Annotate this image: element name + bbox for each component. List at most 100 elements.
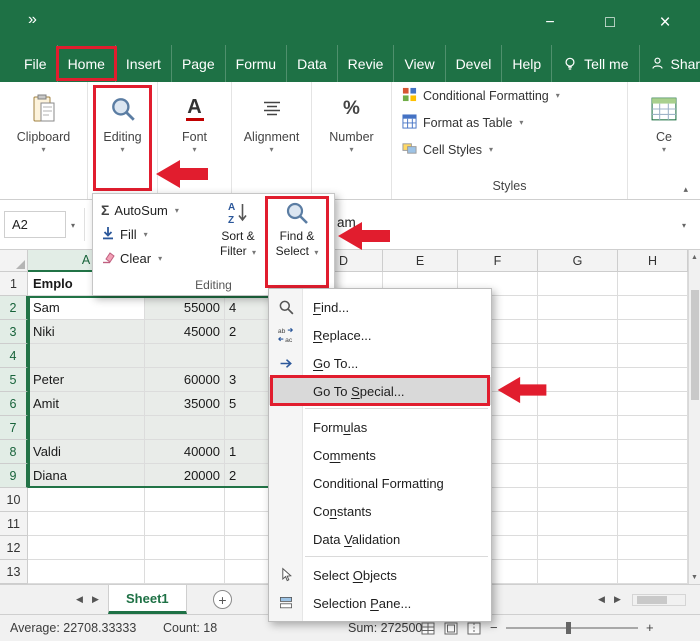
grid-cell-A12[interactable] [28, 536, 145, 560]
menu-item-formulas[interactable]: Formulas [269, 413, 491, 441]
grid-cell-B8[interactable]: 40000 [145, 440, 225, 464]
find-select-button[interactable]: Find & Select ▾ [269, 199, 325, 260]
grid-cell-H7[interactable] [618, 416, 688, 440]
grid-cell-H3[interactable] [618, 320, 688, 344]
normal-view-icon[interactable] [420, 621, 436, 636]
grid-cell-B12[interactable] [145, 536, 225, 560]
grid-cell-A9[interactable]: Diana [28, 464, 145, 488]
menu-item-data-validation[interactable]: Data Validation [269, 525, 491, 553]
hscroll-right-icon[interactable]: ▶ [614, 594, 621, 605]
row-header-8[interactable]: 8 [0, 440, 28, 464]
page-layout-view-icon[interactable] [443, 621, 459, 636]
tab-data[interactable]: Data [287, 45, 338, 82]
close-button[interactable]: × [642, 0, 688, 45]
select-all-corner[interactable] [0, 250, 28, 272]
editing-group-button[interactable]: Editing ▾ [88, 82, 158, 199]
grid-cell-G3[interactable] [538, 320, 618, 344]
grid-cell-A8[interactable]: Valdi [28, 440, 145, 464]
column-header-H[interactable]: H [618, 250, 688, 272]
grid-cell-A11[interactable] [28, 512, 145, 536]
row-header-1[interactable]: 1 [0, 272, 28, 296]
cells-group[interactable]: Ce ▾ [628, 82, 700, 199]
grid-cell-G7[interactable] [538, 416, 618, 440]
grid-cell-G2[interactable] [538, 296, 618, 320]
tab-insert[interactable]: Insert [116, 45, 172, 82]
grid-cell-G9[interactable] [538, 464, 618, 488]
row-header-10[interactable]: 10 [0, 488, 28, 512]
tab-page-layout[interactable]: Page [172, 45, 226, 82]
grid-cell-B13[interactable] [145, 560, 225, 584]
grid-cell-G1[interactable] [538, 272, 618, 296]
grid-cell-G4[interactable] [538, 344, 618, 368]
autosum-button[interactable]: Σ AutoSum ▾ [101, 200, 179, 220]
conditional-formatting-button[interactable]: Conditional Formatting ▾ [402, 83, 560, 109]
row-header-2[interactable]: 2 [0, 296, 28, 320]
scroll-up-icon[interactable]: ▲ [689, 250, 700, 264]
scrollbar-thumb[interactable] [691, 290, 699, 400]
grid-cell-G12[interactable] [538, 536, 618, 560]
font-group[interactable]: A Font ▾ [158, 82, 232, 199]
menu-item-replace[interactable]: abac Replace... [269, 321, 491, 349]
grid-cell-B7[interactable] [145, 416, 225, 440]
grid-cell-H1[interactable] [618, 272, 688, 296]
row-header-12[interactable]: 12 [0, 536, 28, 560]
tab-formulas[interactable]: Formu [226, 45, 287, 82]
clear-button[interactable]: Clear ▾ [101, 248, 162, 268]
grid-cell-B2[interactable]: 55000 [145, 296, 225, 320]
scrollbar-thumb[interactable] [637, 596, 667, 604]
zoom-slider[interactable] [506, 627, 638, 629]
grid-cell-H13[interactable] [618, 560, 688, 584]
grid-cell-A6[interactable]: Amit [28, 392, 145, 416]
grid-cell-B6[interactable]: 35000 [145, 392, 225, 416]
row-header-6[interactable]: 6 [0, 392, 28, 416]
zoom-out-button[interactable]: − [490, 620, 498, 635]
grid-cell-H2[interactable] [618, 296, 688, 320]
menu-item-conditional-formatting[interactable]: Conditional Formatting [269, 469, 491, 497]
menu-item-select-objects[interactable]: Select Objects [269, 561, 491, 589]
grid-cell-G10[interactable] [538, 488, 618, 512]
alignment-group[interactable]: Alignment ▾ [232, 82, 312, 199]
name-box[interactable]: A2 [4, 211, 66, 238]
grid-cell-H10[interactable] [618, 488, 688, 512]
format-as-table-button[interactable]: Format as Table ▾ [402, 110, 523, 136]
grid-cell-H6[interactable] [618, 392, 688, 416]
menu-item-find[interactable]: Find... [269, 293, 491, 321]
menu-item-comments[interactable]: Comments [269, 441, 491, 469]
grid-cell-G6[interactable] [538, 392, 618, 416]
sort-filter-button[interactable]: AZ Sort & Filter ▾ [209, 199, 267, 260]
grid-cell-H5[interactable] [618, 368, 688, 392]
chevron-down-icon[interactable]: ▾ [71, 221, 75, 230]
grid-cell-G5[interactable] [538, 368, 618, 392]
chevron-down-icon[interactable]: ▾ [682, 221, 686, 230]
hscroll-left-icon[interactable]: ◀ [598, 594, 605, 605]
tell-me-button[interactable]: Tell me [552, 45, 639, 82]
column-header-F[interactable]: F [458, 250, 538, 272]
sheet-prev-icon[interactable]: ◀ [76, 594, 83, 605]
grid-cell-H11[interactable] [618, 512, 688, 536]
menu-item-selection-pane[interactable]: Selection Pane... [269, 589, 491, 617]
tab-view[interactable]: View [394, 45, 445, 82]
tab-help[interactable]: Help [502, 45, 552, 82]
grid-cell-A10[interactable] [28, 488, 145, 512]
zoom-in-button[interactable]: + [646, 620, 654, 635]
maximize-button[interactable]: □ [587, 0, 633, 45]
minimize-button[interactable]: − [527, 0, 573, 45]
row-header-13[interactable]: 13 [0, 560, 28, 584]
grid-cell-H8[interactable] [618, 440, 688, 464]
grid-cell-B10[interactable] [145, 488, 225, 512]
grid-cell-A4[interactable] [28, 344, 145, 368]
horizontal-scrollbar[interactable] [632, 594, 686, 606]
tab-home[interactable]: Home [58, 45, 116, 82]
grid-cell-B4[interactable] [145, 344, 225, 368]
cell-styles-button[interactable]: Cell Styles ▾ [402, 137, 493, 163]
grid-cell-H9[interactable] [618, 464, 688, 488]
new-sheet-button[interactable]: + [213, 590, 232, 609]
row-header-7[interactable]: 7 [0, 416, 28, 440]
grid-cell-B9[interactable]: 20000 [145, 464, 225, 488]
column-header-G[interactable]: G [538, 250, 618, 272]
row-header-5[interactable]: 5 [0, 368, 28, 392]
tab-developer[interactable]: Devel [446, 45, 503, 82]
zoom-slider-thumb[interactable] [566, 622, 571, 634]
page-break-view-icon[interactable] [466, 621, 482, 636]
row-header-9[interactable]: 9 [0, 464, 28, 488]
